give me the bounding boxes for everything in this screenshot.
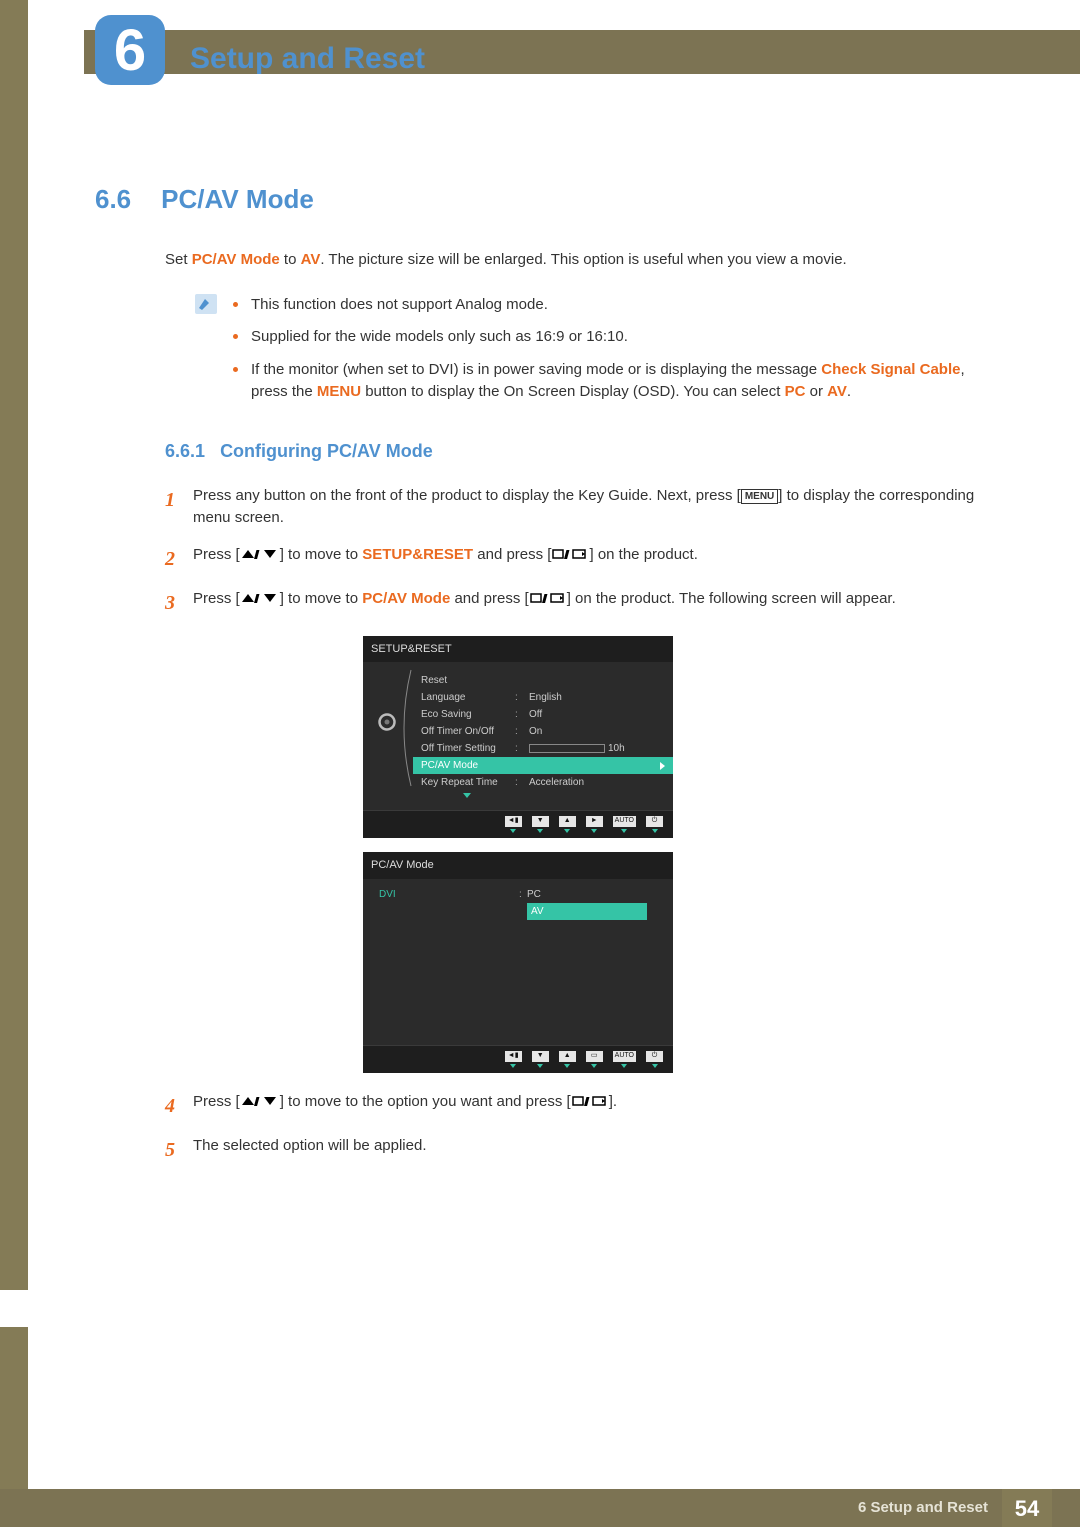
osd-row-keyrepeat: Key Repeat Time <box>421 775 515 790</box>
note-item: If the monitor (when set to DVI) is in p… <box>233 359 975 404</box>
enter-icon <box>571 1093 609 1110</box>
nav-enter-icon: ▭ <box>586 1051 603 1068</box>
nav-power-icon: ⏻ <box>646 1051 663 1068</box>
intro-text: Set PC/AV Mode to AV. The picture size w… <box>165 249 975 272</box>
up-down-icon <box>240 1093 280 1110</box>
step-4: 4 Press [] to move to the option you wan… <box>165 1091 975 1121</box>
osd-row-offtimer: Off Timer On/Off <box>421 724 515 739</box>
chapter-badge: 6 <box>95 15 165 85</box>
nav-back-icon: ◄▮ <box>505 816 522 833</box>
osd-nav-bar: ◄▮ ▼ ▲ ► AUTO ⏻ <box>363 810 673 838</box>
page-number: 54 <box>1002 1489 1052 1527</box>
note-item: Supplied for the wide models only such a… <box>233 326 975 349</box>
step-2: 2 Press [] to move to SETUP&RESET and pr… <box>165 544 975 574</box>
menu-key-icon: MENU <box>741 489 778 504</box>
footer-crumb: 6 Setup and Reset <box>858 1497 988 1520</box>
section-title: PC/AV Mode <box>161 184 314 214</box>
subsection-heading: 6.6.1 Configuring PC/AV Mode <box>165 438 975 465</box>
nav-down-icon: ▼ <box>532 1051 549 1068</box>
osd-row-offtimer-setting: Off Timer Setting <box>421 741 515 756</box>
note-icon <box>195 294 219 314</box>
enter-icon <box>551 546 589 563</box>
osd2-row-dvi: DVI:PC <box>379 887 665 903</box>
nav-right-icon: ► <box>586 816 603 833</box>
note-block: This function does not support Analog mo… <box>195 294 975 414</box>
osd-nav-bar: ◄▮ ▼ ▲ ▭ AUTO ⏻ <box>363 1045 673 1073</box>
footer-bar: 6 Setup and Reset 54 <box>0 1489 1080 1527</box>
osd-row-pcav-selected: PC/AV Mode <box>413 757 673 774</box>
up-down-icon <box>240 546 280 563</box>
section-heading: 6.6 PC/AV Mode <box>95 180 975 219</box>
nav-up-icon: ▲ <box>559 816 576 833</box>
osd-row-language: Language <box>421 690 515 705</box>
enter-icon <box>529 590 567 607</box>
osd-title: PC/AV Mode <box>363 852 673 879</box>
step-1: 1 Press any button on the front of the p… <box>165 485 975 530</box>
step-5: 5 The selected option will be applied. <box>165 1135 975 1165</box>
note-item: This function does not support Analog mo… <box>233 294 975 317</box>
chapter-title: Setup and Reset <box>190 36 425 81</box>
up-down-icon <box>240 590 280 607</box>
osd-row-reset: Reset <box>421 673 515 688</box>
osd-setup-reset: SETUP&RESET Reset Language:English Eco S… <box>363 636 673 839</box>
nav-up-icon: ▲ <box>559 1051 576 1068</box>
step-3: 3 Press [] to move to PC/AV Mode and pre… <box>165 588 975 618</box>
subsection-number: 6.6.1 <box>165 441 205 461</box>
section-number: 6.6 <box>95 184 131 214</box>
left-strip <box>0 0 28 1290</box>
gear-icon <box>377 712 397 732</box>
chevron-right-icon <box>660 762 665 770</box>
subsection-title: Configuring PC/AV Mode <box>220 441 433 461</box>
selection-arc <box>395 668 413 788</box>
nav-auto-button: AUTO <box>613 816 636 833</box>
osd-pcav-mode: PC/AV Mode DVI:PC AV ◄▮ ▼ ▲ ▭ AUTO ⏻ <box>363 852 673 1073</box>
osd2-popup: AV <box>527 903 647 920</box>
osd2-option-av: AV <box>527 903 647 920</box>
nav-down-icon: ▼ <box>532 816 549 833</box>
osd-row-eco: Eco Saving <box>421 707 515 722</box>
nav-power-icon: ⏻ <box>646 816 663 833</box>
nav-back-icon: ◄▮ <box>505 1051 522 1068</box>
nav-auto-button: AUTO <box>613 1051 636 1068</box>
chevron-down-icon <box>463 793 471 798</box>
osd-title: SETUP&RESET <box>363 636 673 663</box>
